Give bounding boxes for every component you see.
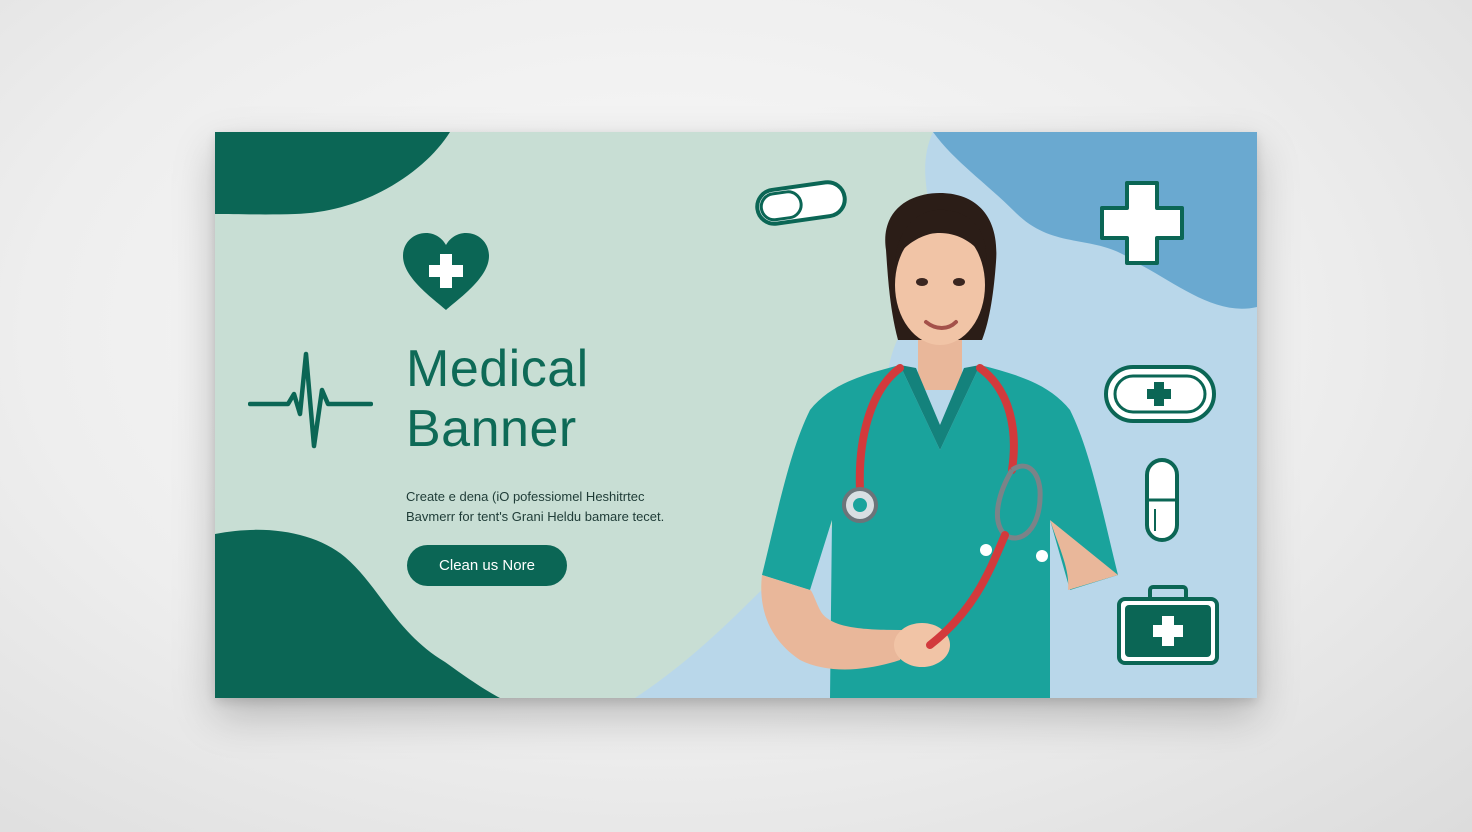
description-line-1: Create e dena (iO pofessiomel Heshitrtec [406,489,645,504]
vertical-capsule-icon [1145,458,1179,542]
title-line-2: Banner [406,400,577,458]
medical-banner-card: Medical Banner Create e dena (iO pofessi… [215,132,1257,698]
learn-more-button[interactable]: Clean us Nore [407,545,567,586]
heartbeat-line-icon [248,351,373,449]
first-aid-kit-icon [1117,585,1219,665]
heart-plus-icon [403,233,489,310]
title-line-1: Medical [406,340,589,398]
banner-description: Create e dena (iO pofessiomel Heshitrtec… [406,487,716,527]
banner-title: Medical Banner [406,339,589,459]
description-line-2: Bavmerr for tent's Grani Heldu bamare te… [406,509,665,524]
nurse-illustration [761,193,1118,698]
pill-plus-icon [1104,365,1216,423]
